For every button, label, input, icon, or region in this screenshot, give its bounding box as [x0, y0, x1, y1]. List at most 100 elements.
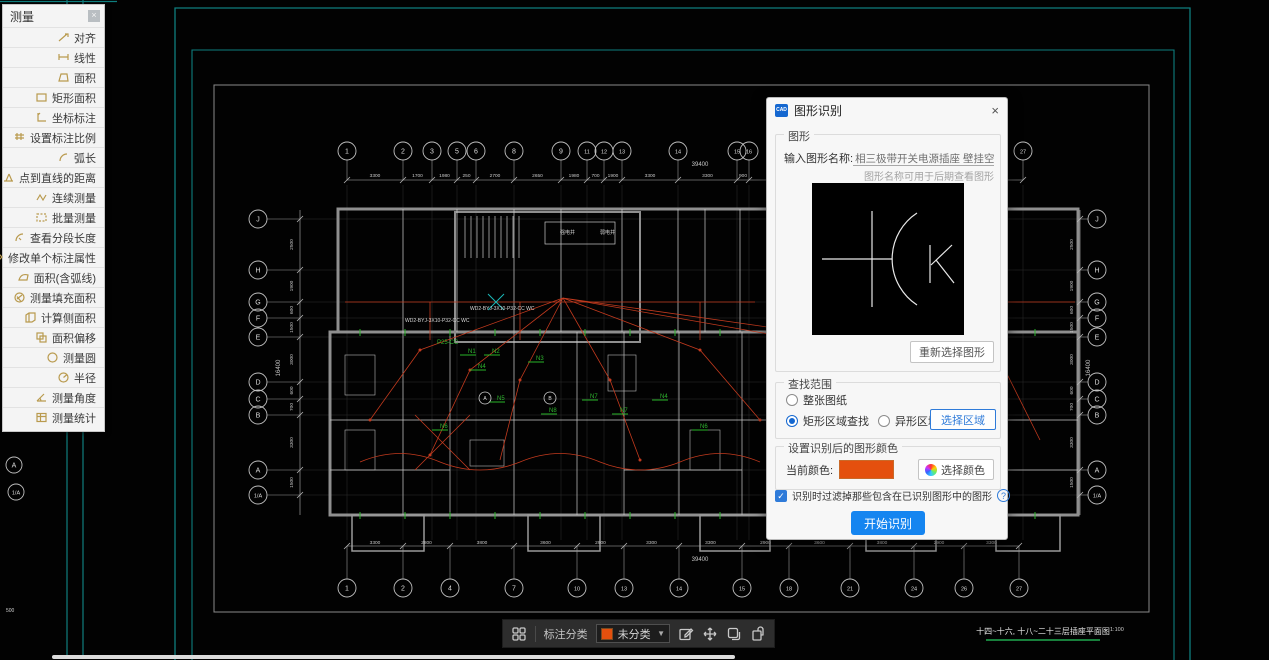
- close-icon[interactable]: ×: [991, 103, 999, 118]
- radio-selected-icon[interactable]: [786, 415, 798, 427]
- category-dropdown[interactable]: 未分类 ▼: [596, 624, 670, 643]
- svg-text:2900: 2900: [934, 540, 945, 546]
- svg-text:26: 26: [961, 586, 967, 592]
- sidebar-item-label: 测量角度: [52, 390, 96, 406]
- svg-text:3: 3: [430, 148, 434, 155]
- svg-text:600: 600: [289, 386, 295, 394]
- horizontal-scrollbar[interactable]: [52, 655, 735, 659]
- plan-label: 强电井: [560, 229, 575, 236]
- sidebar-item-label: 测量填充面积: [30, 290, 96, 306]
- sidebar-item-segment-length[interactable]: 查看分段长度: [3, 227, 104, 247]
- svg-text:1/A: 1/A: [254, 493, 263, 499]
- rect-area-option[interactable]: 矩形区域查找: [786, 413, 869, 429]
- checkbox-checked-icon[interactable]: ✓: [775, 490, 787, 502]
- svg-text:C: C: [1094, 396, 1099, 403]
- select-area-button[interactable]: 选择区域: [930, 409, 996, 430]
- sidebar-item-label: 面积(含弧线): [34, 270, 96, 286]
- sidebar-item-batch-measure[interactable]: 批量测量: [3, 207, 104, 227]
- sidebar-item-measure-circle[interactable]: 测量圆: [3, 347, 104, 367]
- fill-area-icon: [13, 291, 26, 304]
- sidebar-item-label: 测量圆: [63, 350, 96, 366]
- sidebar-item-continuous-measure[interactable]: 连续测量: [3, 187, 104, 207]
- svg-text:3300: 3300: [645, 173, 656, 179]
- sidebar-item-modify-attribute[interactable]: 修改单个标注属性: [3, 247, 104, 267]
- classify-grid-icon[interactable]: [511, 626, 527, 642]
- plan-label: 500: [6, 608, 15, 614]
- svg-text:7: 7: [512, 585, 516, 592]
- help-icon[interactable]: ?: [997, 489, 1010, 502]
- sidebar-item-annotate-scale[interactable]: 设置标注比例: [3, 127, 104, 147]
- svg-text:D: D: [255, 379, 260, 386]
- dialog-titlebar[interactable]: CAD 图形识别 ×: [767, 98, 1007, 122]
- edit-annotation-icon[interactable]: [678, 626, 694, 642]
- sidebar-item-side-area[interactable]: 计算侧面积: [3, 307, 104, 327]
- sidebar-item-measure-angle[interactable]: 测量角度: [3, 387, 104, 407]
- svg-text:1500: 1500: [1069, 322, 1075, 333]
- sidebar-item-label: 矩形面积: [52, 90, 96, 106]
- measure-angle-icon: [35, 391, 48, 404]
- area-icon: [57, 71, 70, 84]
- svg-text:3300: 3300: [370, 173, 381, 179]
- start-recognition-button[interactable]: 开始识别: [851, 511, 925, 535]
- sidebar-item-label: 修改单个标注属性: [8, 250, 96, 266]
- move-icon[interactable]: [702, 626, 718, 642]
- drawing-canvas[interactable]: 1235689111213141516271247101314151821242…: [0, 0, 1269, 660]
- reselect-graphic-button[interactable]: 重新选择图形: [910, 341, 994, 363]
- close-icon[interactable]: ×: [88, 10, 100, 22]
- plan-label: WD2-BYJ-3X10-P32-CC WC: [470, 306, 535, 312]
- chevron-down-icon: ▼: [657, 629, 665, 638]
- svg-text:3300: 3300: [370, 540, 381, 546]
- svg-text:J: J: [1095, 216, 1099, 223]
- plan-label: N7: [620, 408, 628, 414]
- whole-drawing-option[interactable]: 整张图纸: [786, 392, 847, 408]
- choose-color-button[interactable]: 选择颜色: [918, 459, 994, 480]
- palette-titlebar[interactable]: 测量 ×: [3, 5, 104, 27]
- svg-text:G: G: [255, 299, 260, 306]
- svg-text:F: F: [256, 315, 260, 322]
- sidebar-item-label: 对齐: [74, 30, 96, 46]
- sidebar-item-label: 半径: [74, 370, 96, 386]
- copy-icon[interactable]: [726, 626, 742, 642]
- svg-text:27: 27: [1020, 149, 1026, 155]
- radio-icon[interactable]: [786, 394, 798, 406]
- svg-text:1900: 1900: [1069, 280, 1075, 291]
- sidebar-item-point-line-distance[interactable]: 点到直线的距离: [3, 167, 104, 187]
- plan-label: N6: [700, 424, 708, 430]
- filter-option[interactable]: ✓ 识别时过滤掉那些包含在已识别图形中的图形 ?: [775, 488, 999, 503]
- radio-icon[interactable]: [878, 415, 890, 427]
- svg-text:1: 1: [345, 148, 349, 155]
- current-color-swatch[interactable]: [839, 460, 894, 479]
- measure-circle-icon: [46, 351, 59, 364]
- sidebar-item-area-offset[interactable]: 面积偏移: [3, 327, 104, 347]
- svg-text:2900: 2900: [595, 540, 606, 546]
- svg-text:J: J: [256, 216, 260, 223]
- svg-text:A: A: [1095, 467, 1100, 474]
- sidebar-item-label: 查看分段长度: [30, 230, 96, 246]
- sidebar-item-measure-stats[interactable]: 测量统计: [3, 407, 104, 427]
- svg-text:1500: 1500: [289, 477, 295, 488]
- sidebar-item-coordinate-annotate[interactable]: 坐标标注: [3, 107, 104, 127]
- sidebar-item-label: 线性: [74, 50, 96, 66]
- svg-text:1980: 1980: [439, 173, 450, 179]
- plan-label: N7: [590, 394, 598, 400]
- svg-text:H: H: [255, 267, 260, 274]
- svg-text:600: 600: [1069, 306, 1075, 314]
- sidebar-item-fill-area[interactable]: 测量填充面积: [3, 287, 104, 307]
- svg-text:3800: 3800: [477, 540, 488, 546]
- sidebar-item-area-with-arc[interactable]: 面积(含弧线): [3, 267, 104, 287]
- svg-text:13: 13: [619, 149, 625, 155]
- annotation-toolbar: 标注分类 未分类 ▼: [502, 619, 775, 648]
- arc-length-icon: [57, 151, 70, 164]
- paste-icon[interactable]: [750, 626, 766, 642]
- plan-label: N4: [660, 394, 668, 400]
- plan-label: N6: [440, 424, 448, 430]
- sidebar-item-arc-length[interactable]: 弧长: [3, 147, 104, 167]
- sidebar-item-align[interactable]: 对齐: [3, 27, 104, 47]
- sidebar-item-label: 连续测量: [52, 190, 96, 206]
- svg-text:2500: 2500: [289, 239, 295, 250]
- sidebar-item-radius[interactable]: 半径: [3, 367, 104, 387]
- sidebar-item-area[interactable]: 面积: [3, 67, 104, 87]
- sidebar-item-rect-area[interactable]: 矩形面积: [3, 87, 104, 107]
- graphic-name-input[interactable]: [853, 152, 994, 166]
- sidebar-item-linear[interactable]: 线性: [3, 47, 104, 67]
